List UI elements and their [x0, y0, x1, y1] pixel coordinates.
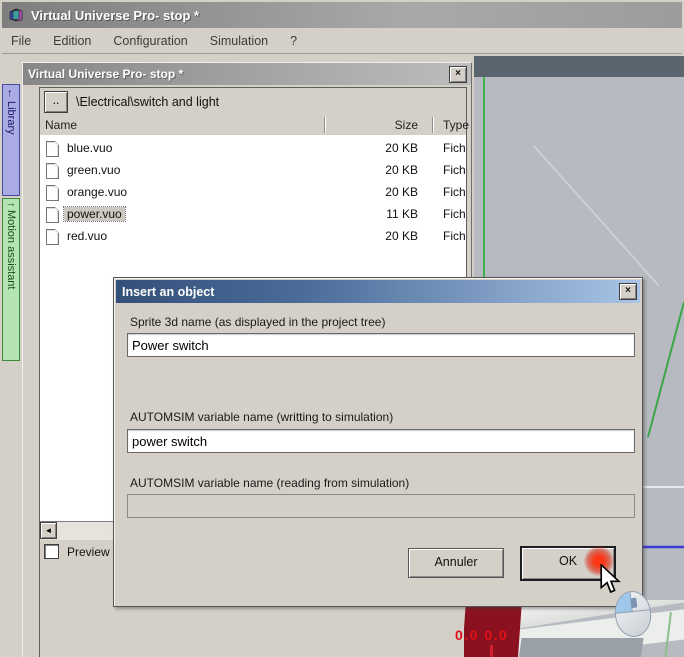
dialog-title: Insert an object	[122, 284, 215, 299]
file-size: 20 KB	[385, 163, 418, 177]
file-type: Fichi	[443, 229, 466, 243]
file-row-power-selected[interactable]: power.vuo 11 KB Fichi	[40, 204, 466, 226]
file-type: Fichi	[443, 141, 466, 155]
scroll-left-arrow-icon[interactable]: ◄	[40, 522, 57, 539]
file-name: power.vuo	[63, 206, 126, 222]
insert-object-dialog: Insert an object × Sprite 3d name (as di…	[113, 277, 643, 607]
sprite-name-field[interactable]	[127, 333, 635, 357]
column-header-type[interactable]: Type	[443, 118, 469, 132]
app-window: Virtual Universe Pro- stop * File Editio…	[0, 0, 684, 657]
file-size: 20 KB	[385, 229, 418, 243]
scene-red-axis-tick	[490, 645, 493, 657]
menu-bar: File Edition Configuration Simulation ?	[2, 28, 682, 54]
file-icon	[46, 163, 59, 179]
file-row-red[interactable]: red.vuo 20 KB Fichi	[40, 226, 466, 248]
mouse-cursor-icon	[600, 564, 621, 594]
write-variable-field[interactable]	[127, 429, 635, 453]
menu-edition[interactable]: Edition	[53, 34, 91, 48]
tab-motion-assistant-label: Motion assistant	[5, 209, 17, 289]
file-icon	[46, 185, 59, 201]
file-row-blue[interactable]: blue.vuo 20 KB Fichi	[40, 138, 466, 160]
file-size: 11 KB	[386, 207, 418, 221]
mouse-wheel	[630, 597, 638, 609]
column-header-size[interactable]: Size	[330, 118, 418, 132]
file-type: Fichi	[443, 163, 466, 177]
preview-checkbox[interactable]	[44, 544, 59, 559]
column-divider[interactable]	[432, 117, 433, 133]
preview-label: Preview	[67, 544, 110, 559]
file-icon	[46, 207, 59, 223]
file-size: 20 KB	[385, 185, 418, 199]
library-arrow-icon: ←	[5, 88, 17, 99]
menu-help[interactable]: ?	[290, 34, 297, 48]
file-icon	[46, 229, 59, 245]
library-panel-close-icon[interactable]: ×	[449, 66, 467, 83]
file-name: orange.vuo	[67, 185, 128, 199]
file-type: Fichi	[443, 185, 466, 199]
menu-file[interactable]: File	[11, 34, 31, 48]
coordinate-readout: 0.0 0.0	[455, 627, 509, 643]
current-path: \Electrical\switch and light	[76, 94, 220, 109]
file-icon	[46, 141, 59, 157]
read-variable-label: AUTOMSIM variable name (reading from sim…	[130, 476, 410, 490]
file-row-green[interactable]: green.vuo 20 KB Fichi	[40, 160, 466, 182]
file-type: Fichi	[443, 207, 466, 221]
path-bar: .. \Electrical\switch and light	[40, 88, 466, 116]
file-row-orange[interactable]: orange.vuo 20 KB Fichi	[40, 182, 466, 204]
dialog-titlebar[interactable]: Insert an object	[116, 280, 640, 303]
tab-library-label: Library	[5, 101, 17, 135]
library-panel-title: Virtual Universe Pro- stop *	[28, 67, 184, 81]
file-name: green.vuo	[67, 163, 121, 177]
window-titlebar: Virtual Universe Pro- stop *	[2, 2, 682, 28]
column-header-name[interactable]: Name	[45, 118, 77, 132]
app-icon	[9, 7, 23, 21]
motion-arrow-icon: ↑	[5, 202, 17, 208]
file-name: red.vuo	[67, 229, 108, 243]
tab-library[interactable]: ← Library	[2, 84, 20, 196]
tab-motion-assistant[interactable]: ↑ Motion assistant	[2, 198, 20, 361]
sprite-name-label: Sprite 3d name (as displayed in the proj…	[130, 315, 386, 329]
file-size: 20 KB	[385, 141, 418, 155]
preview-option: Preview	[44, 544, 110, 559]
write-variable-label: AUTOMSIM variable name (writting to simu…	[130, 410, 394, 424]
cancel-button[interactable]: Annuler	[408, 548, 504, 578]
file-name: blue.vuo	[67, 141, 113, 155]
scene-shadow-surface	[518, 638, 644, 657]
column-divider[interactable]	[324, 117, 325, 133]
dialog-close-icon[interactable]: ×	[619, 283, 637, 300]
up-directory-button[interactable]: ..	[44, 90, 68, 113]
library-panel-titlebar[interactable]: Virtual Universe Pro- stop *	[23, 63, 471, 85]
read-variable-field	[127, 494, 635, 518]
menu-configuration[interactable]: Configuration	[113, 34, 187, 48]
window-title: Virtual Universe Pro- stop *	[31, 7, 200, 23]
list-header: Name Size Type	[40, 115, 469, 136]
menu-simulation[interactable]: Simulation	[210, 34, 268, 48]
